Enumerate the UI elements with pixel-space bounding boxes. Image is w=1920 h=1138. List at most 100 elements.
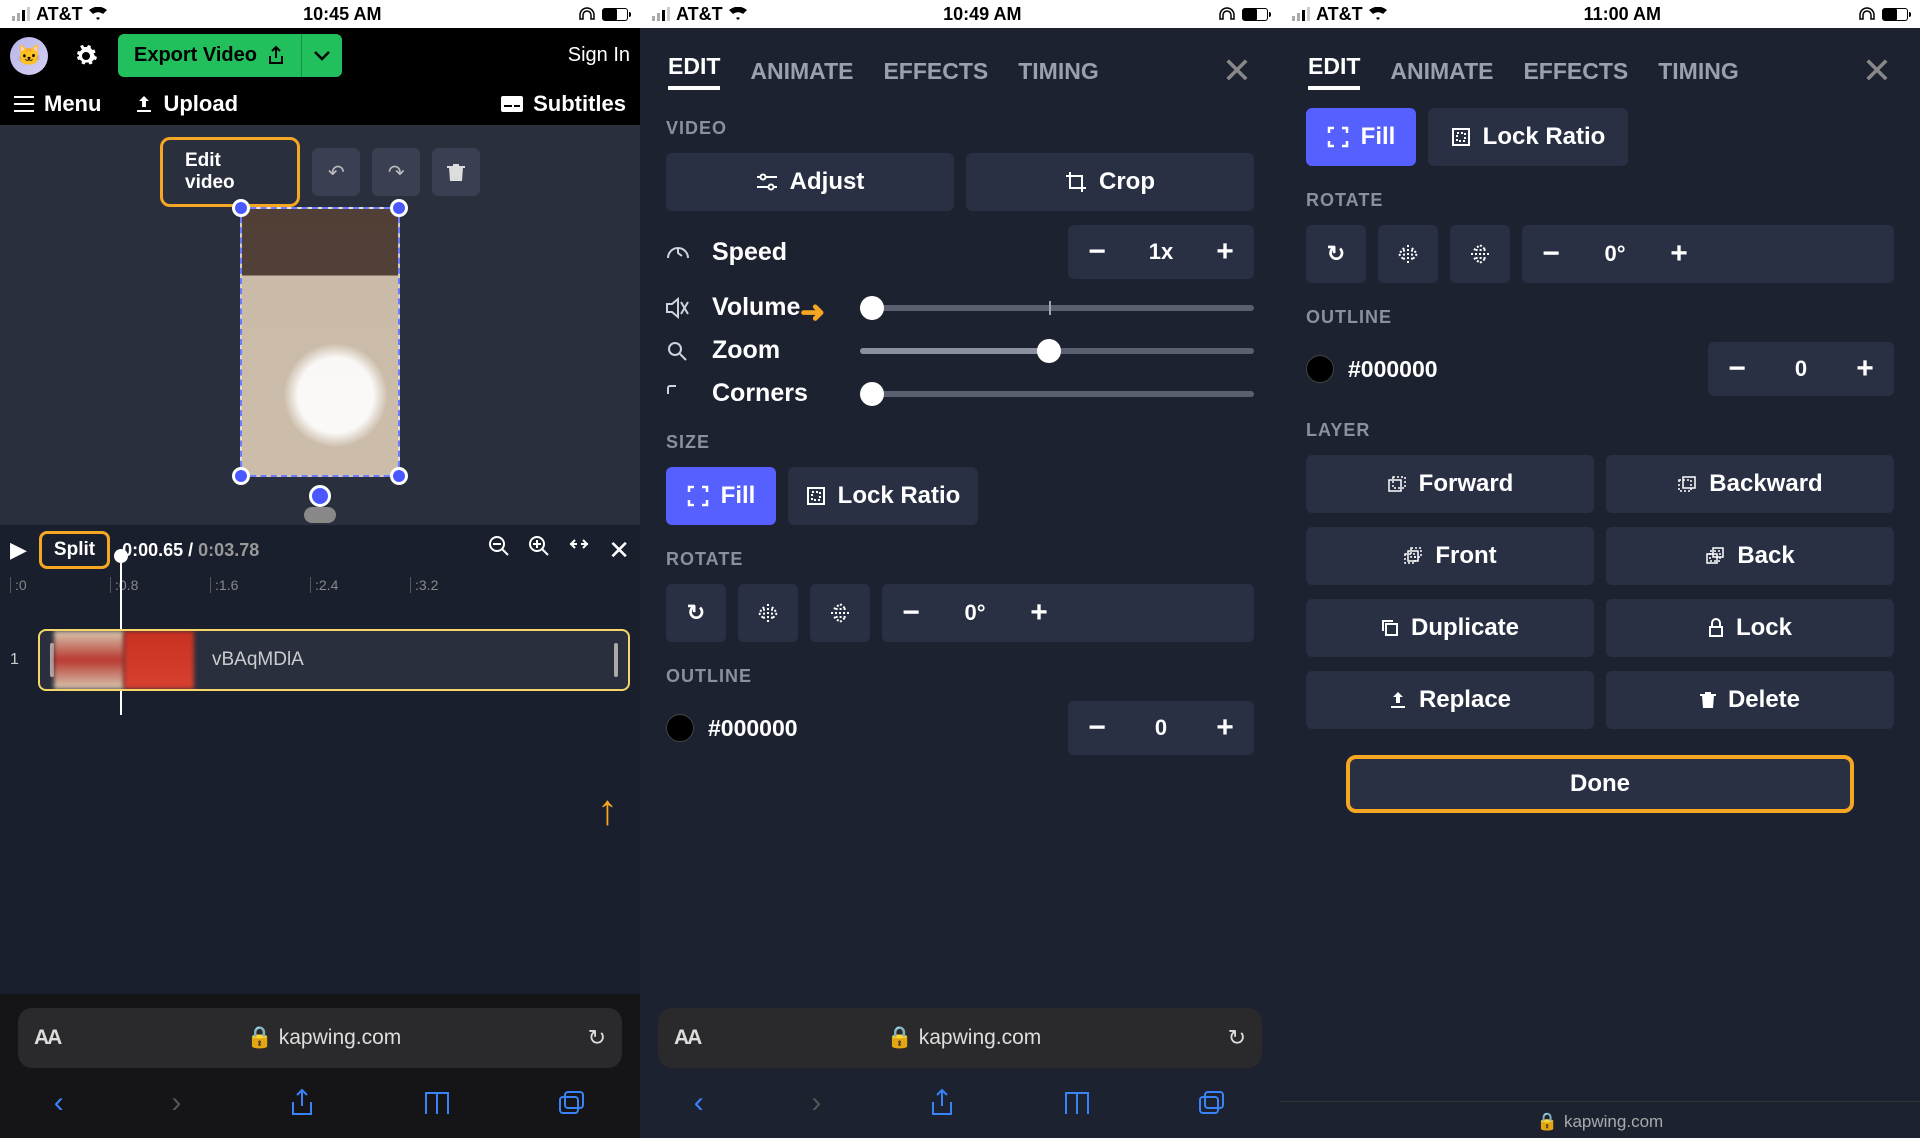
rotate-decrease-button[interactable]: −	[1522, 227, 1580, 281]
tab-edit[interactable]: EDIT	[668, 53, 720, 90]
zoom-slider[interactable]	[860, 348, 1254, 354]
layer-back-icon	[1705, 547, 1725, 565]
outline-color-swatch[interactable]	[666, 714, 694, 742]
tab-edit[interactable]: EDIT	[1308, 53, 1360, 90]
zoom-out-button[interactable]	[488, 535, 510, 566]
split-button[interactable]: Split	[39, 531, 110, 569]
fill-button[interactable]: Fill	[1306, 108, 1416, 166]
resize-handle-br[interactable]	[390, 467, 408, 485]
close-button[interactable]: ✕	[608, 535, 630, 566]
back-button[interactable]: ‹	[694, 1086, 704, 1120]
close-panel-button[interactable]: ✕	[1222, 50, 1252, 92]
time-ruler[interactable]: :0 :0.8 :1.6 :2.4 :3.2	[10, 577, 630, 593]
lock-ratio-icon	[806, 486, 826, 506]
duplicate-button[interactable]: Duplicate	[1306, 599, 1594, 657]
close-panel-button[interactable]: ✕	[1862, 50, 1892, 92]
sign-in-link[interactable]: Sign In	[568, 44, 630, 67]
forward-button[interactable]: ›	[811, 1086, 821, 1120]
crop-button[interactable]: Crop	[966, 153, 1254, 211]
rotate-decrease-button[interactable]: −	[882, 586, 940, 640]
corners-slider[interactable]	[860, 391, 1254, 397]
flip-h-button[interactable]	[738, 584, 798, 642]
zoom-in-button[interactable]	[528, 535, 550, 566]
panel-tabs: EDIT ANIMATE EFFECTS TIMING ✕	[640, 28, 1280, 92]
delete-button[interactable]	[432, 148, 480, 196]
tabs-button[interactable]	[558, 1090, 586, 1116]
gear-icon[interactable]	[74, 44, 98, 68]
play-button[interactable]: ▶	[10, 537, 27, 563]
resize-handle-tr[interactable]	[390, 199, 408, 217]
browser-nav: ‹ ›	[0, 1068, 640, 1138]
rotate-increase-button[interactable]: +	[1650, 227, 1708, 281]
delete-button[interactable]: Delete	[1606, 671, 1894, 729]
tab-timing[interactable]: TIMING	[1658, 58, 1739, 85]
bookmarks-button[interactable]	[423, 1090, 451, 1116]
lock-button[interactable]: Lock	[1606, 599, 1894, 657]
bookmarks-button[interactable]	[1063, 1090, 1091, 1116]
share-button[interactable]	[289, 1088, 315, 1118]
menu-button[interactable]: Menu	[14, 91, 101, 117]
replace-button[interactable]: Replace	[1306, 671, 1594, 729]
tab-animate[interactable]: ANIMATE	[750, 58, 853, 85]
edit-video-button[interactable]: Edit video	[160, 137, 300, 207]
redo-button[interactable]: ↷	[372, 148, 420, 196]
browser-url-bar[interactable]: AA 🔒kapwing.com ↻	[18, 1008, 622, 1068]
forward-button[interactable]: ›	[171, 1086, 181, 1120]
hamburger-icon	[14, 96, 34, 112]
tab-effects[interactable]: EFFECTS	[883, 58, 988, 85]
tabs-button[interactable]	[1198, 1090, 1226, 1116]
lock-ratio-button[interactable]: Lock Ratio	[788, 467, 978, 525]
clip-trim-right[interactable]	[614, 643, 618, 677]
rotate-increase-button[interactable]: +	[1010, 586, 1068, 640]
lock-ratio-button[interactable]: Lock Ratio	[1428, 108, 1628, 166]
outline-increase-button[interactable]: +	[1836, 342, 1894, 396]
text-size-button[interactable]: AA	[34, 1026, 60, 1050]
undo-button[interactable]: ↶	[312, 148, 360, 196]
outline-decrease-button[interactable]: −	[1708, 342, 1766, 396]
outline-decrease-button[interactable]: −	[1068, 701, 1126, 755]
fill-button[interactable]: Fill	[666, 467, 776, 525]
flip-v-button[interactable]	[810, 584, 870, 642]
layer-front-button[interactable]: Front	[1306, 527, 1594, 585]
share-button[interactable]	[929, 1088, 955, 1118]
browser-url-bar-compact[interactable]: 🔒 kapwing.com	[1280, 1101, 1920, 1138]
outline-color-swatch[interactable]	[1306, 355, 1334, 383]
subtitles-button[interactable]: Subtitles	[501, 91, 626, 117]
export-dropdown-button[interactable]	[301, 34, 342, 77]
outline-increase-button[interactable]: +	[1196, 701, 1254, 755]
flip-h-button[interactable]	[1378, 225, 1438, 283]
done-button[interactable]: Done	[1346, 755, 1854, 813]
timeline: ▶ Split 0:00.65 / 0:03.78 ✕ :0 :0.8 :1.6…	[0, 525, 640, 994]
volume-slider[interactable]: ➜	[860, 305, 1254, 311]
export-video-button[interactable]: Export Video	[118, 34, 301, 77]
rotate-cw-button[interactable]: ↻	[666, 584, 726, 642]
speed-decrease-button[interactable]: −	[1068, 225, 1126, 279]
canvas-area[interactable]: Edit video ↶ ↷	[0, 125, 640, 525]
resize-handle-tl[interactable]	[232, 199, 250, 217]
reload-button[interactable]: ↻	[1228, 1025, 1246, 1051]
fit-button[interactable]	[568, 535, 590, 566]
layer-back-button[interactable]: Back	[1606, 527, 1894, 585]
outline-color-value: #000000	[1348, 356, 1438, 383]
resize-handle-bl[interactable]	[232, 467, 250, 485]
flip-v-button[interactable]	[1450, 225, 1510, 283]
speed-increase-button[interactable]: +	[1196, 225, 1254, 279]
rotate-handle[interactable]	[309, 485, 331, 507]
avatar[interactable]: 🐱	[10, 37, 48, 75]
tab-animate[interactable]: ANIMATE	[1390, 58, 1493, 85]
layer-forward-button[interactable]: Forward	[1306, 455, 1594, 513]
layer-backward-button[interactable]: Backward	[1606, 455, 1894, 513]
reload-button[interactable]: ↻	[588, 1025, 606, 1051]
back-button[interactable]: ‹	[54, 1086, 64, 1120]
tab-timing[interactable]: TIMING	[1018, 58, 1099, 85]
drag-handle[interactable]	[304, 507, 336, 523]
video-frame[interactable]	[240, 207, 400, 477]
browser-url-bar[interactable]: AA 🔒kapwing.com ↻	[658, 1008, 1262, 1068]
adjust-button[interactable]: Adjust	[666, 153, 954, 211]
upload-button[interactable]: Upload	[135, 91, 238, 117]
speed-value: 1x	[1126, 239, 1196, 265]
rotate-cw-button[interactable]: ↻	[1306, 225, 1366, 283]
text-size-button[interactable]: AA	[674, 1026, 700, 1050]
timeline-clip[interactable]: vBAqMDlA	[38, 629, 630, 691]
tab-effects[interactable]: EFFECTS	[1523, 58, 1628, 85]
